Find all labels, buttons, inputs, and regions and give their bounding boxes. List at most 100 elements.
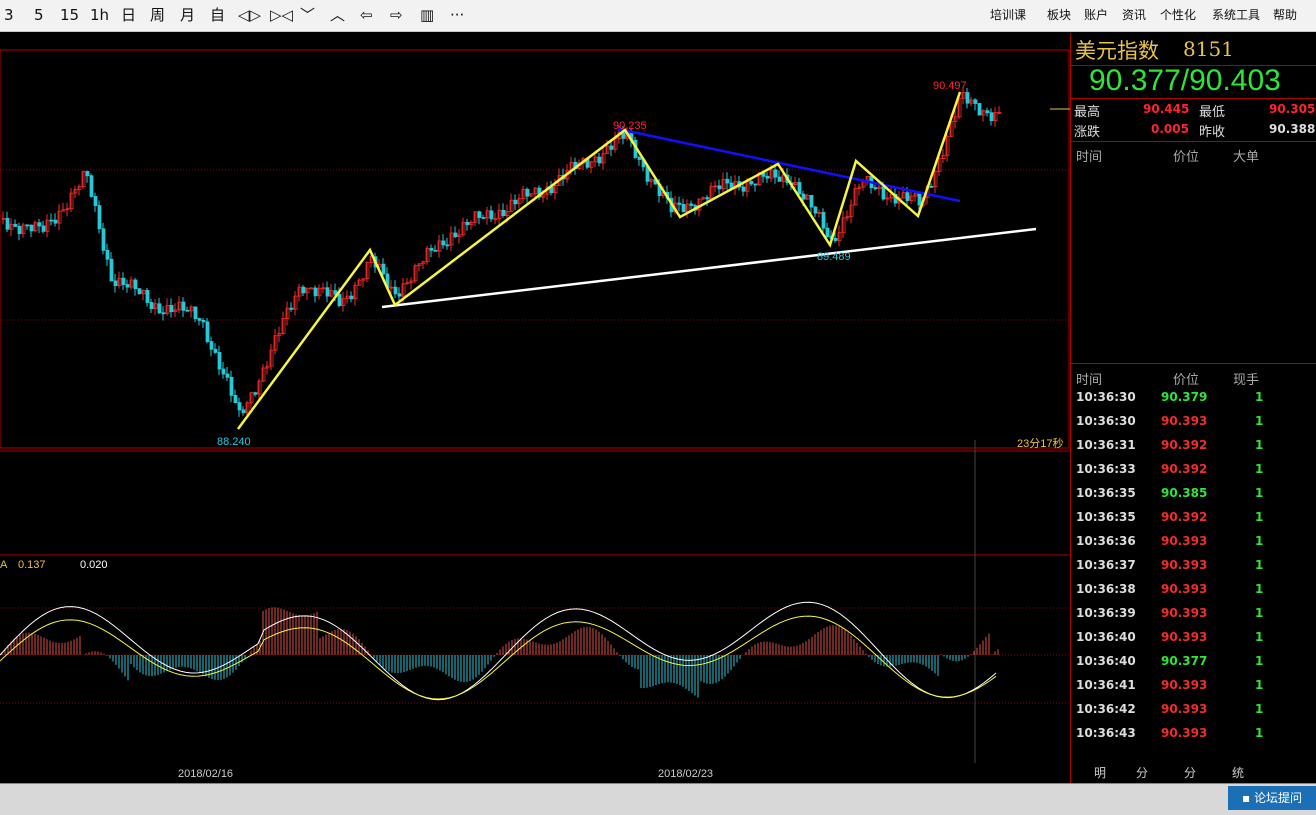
- high-annotation: 90.497: [933, 80, 967, 92]
- tick-time: 10:36:40: [1076, 630, 1136, 644]
- forum-question-button[interactable]: ▪ 论坛提问: [1228, 786, 1316, 810]
- menu-item[interactable]: 系统工具: [1212, 6, 1260, 23]
- candle-body: [433, 249, 438, 252]
- tick-volume: 1: [1255, 462, 1264, 476]
- tick-row: 10:36:41 90.393 1: [1071, 674, 1316, 698]
- candle-body: [813, 206, 818, 214]
- menu-item[interactable]: 板块: [1047, 6, 1071, 23]
- candle-body: [797, 182, 802, 195]
- tick-row: 10:36:40 90.393 1: [1071, 626, 1316, 650]
- forum-button-label: 论坛提问: [1253, 791, 1302, 805]
- period-button[interactable]: 3: [4, 5, 14, 25]
- candle-body: [109, 258, 114, 282]
- candle-body: [37, 222, 42, 227]
- candle-body: [881, 186, 886, 200]
- tick-price: 90.392: [1161, 438, 1208, 452]
- tick-time: 10:36:31: [1076, 438, 1136, 452]
- candle-body: [513, 199, 518, 205]
- menu-item[interactable]: 资讯: [1122, 6, 1146, 23]
- candle-body: [125, 284, 130, 288]
- tick-row: 10:36:39 90.393 1: [1071, 602, 1316, 626]
- tick-row: 10:36:37 90.393 1: [1071, 554, 1316, 578]
- date-label-2: 2018/02/23: [658, 768, 713, 780]
- candle-body: [97, 205, 102, 230]
- candle-body: [501, 209, 506, 217]
- tick-volume: 1: [1255, 654, 1264, 668]
- tick-row: 10:36:35 90.385 1: [1071, 482, 1316, 506]
- menu-item[interactable]: 培训课: [990, 6, 1026, 23]
- menu-item[interactable]: 个性化: [1160, 6, 1196, 23]
- period-button[interactable]: 1h: [90, 5, 109, 25]
- period-button[interactable]: 月: [180, 5, 195, 25]
- kline-chart[interactable]: 90.497 90.235 89.489 88.240 23分17秒 A 0.137 0.02…: [0, 33, 1070, 783]
- period-button[interactable]: ▷◁: [270, 5, 293, 25]
- chat-icon: ▪: [1242, 791, 1254, 805]
- candle-body: [101, 228, 106, 251]
- tick-time: 10:36:39: [1076, 606, 1136, 620]
- tick-price: 90.393: [1161, 414, 1208, 428]
- period-button[interactable]: ︿: [330, 5, 345, 25]
- period-button[interactable]: ⇦: [360, 5, 373, 25]
- candle-body: [749, 181, 754, 185]
- candle-body: [801, 193, 806, 200]
- period-button[interactable]: 15: [60, 5, 79, 25]
- period-button[interactable]: ⇨: [390, 5, 403, 25]
- period-button[interactable]: ◁▷: [238, 5, 261, 25]
- period-button[interactable]: ﹀: [300, 5, 315, 25]
- menu-item[interactable]: 帮助: [1273, 6, 1297, 23]
- tick-time: 10:36:30: [1076, 390, 1136, 404]
- menu-item[interactable]: 账户: [1084, 6, 1108, 23]
- tick-price: 90.392: [1161, 462, 1208, 476]
- tick-price: 90.379: [1161, 390, 1208, 404]
- candle-body: [197, 318, 202, 321]
- candle-body: [301, 286, 306, 294]
- instrument-name: 美元指数: [1075, 39, 1159, 63]
- tick-price: 90.393: [1161, 726, 1208, 740]
- period-button[interactable]: 自: [210, 5, 225, 25]
- macd-value-1: 0.137: [18, 559, 46, 571]
- instrument-code: 8151: [1183, 37, 1234, 61]
- chart-canvas[interactable]: 90.497 90.235 89.489 88.240 23分17秒 A 0.137 0.02…: [0, 33, 1070, 783]
- divider: [1071, 98, 1316, 99]
- candle-body: [85, 171, 90, 177]
- candle-body: [397, 293, 402, 297]
- candle-body: [105, 249, 110, 260]
- tick-volume: 1: [1255, 606, 1264, 620]
- candle-body: [489, 210, 494, 220]
- candle-body: [917, 193, 922, 206]
- tick-row: 10:36:30 90.393 1: [1071, 410, 1316, 434]
- period-button[interactable]: 5: [34, 5, 44, 25]
- bar-countdown: 23分17秒: [1017, 436, 1063, 450]
- candle-body: [689, 203, 694, 206]
- resistance-trendline: [617, 127, 961, 203]
- candle-body: [765, 175, 770, 179]
- period-button[interactable]: ···: [450, 5, 464, 25]
- candle-body: [193, 306, 198, 319]
- candle-body: [525, 188, 530, 197]
- period-button[interactable]: 日: [121, 5, 136, 25]
- candle-body: [705, 197, 710, 200]
- candle-body: [137, 288, 142, 295]
- candle-body: [773, 169, 778, 178]
- tick-volume: 1: [1255, 702, 1264, 716]
- candle-body: [965, 92, 970, 104]
- tick-time: 10:36:35: [1076, 486, 1136, 500]
- candle-body: [445, 244, 450, 247]
- candle-body: [621, 132, 626, 139]
- candle-body: [325, 287, 330, 297]
- peak-annotation: 90.235: [613, 120, 647, 132]
- candle-body: [873, 187, 878, 190]
- candle-body: [905, 192, 910, 201]
- tick-row: 10:36:43 90.393 1: [1071, 722, 1316, 746]
- tick-row: 10:36:35 90.392 1: [1071, 506, 1316, 530]
- tick-volume: 1: [1255, 510, 1264, 524]
- tick-volume: 1: [1255, 558, 1264, 572]
- period-button[interactable]: 周: [150, 5, 165, 25]
- period-button[interactable]: ▥: [420, 5, 434, 25]
- date-label-1: 2018/02/16: [178, 768, 233, 780]
- candle-body: [289, 307, 294, 310]
- macd-value-2: 0.020: [80, 559, 108, 571]
- high-value: 90.445: [1143, 102, 1190, 116]
- tick-volume: 1: [1255, 630, 1264, 644]
- tick-row: 10:36:33 90.392 1: [1071, 458, 1316, 482]
